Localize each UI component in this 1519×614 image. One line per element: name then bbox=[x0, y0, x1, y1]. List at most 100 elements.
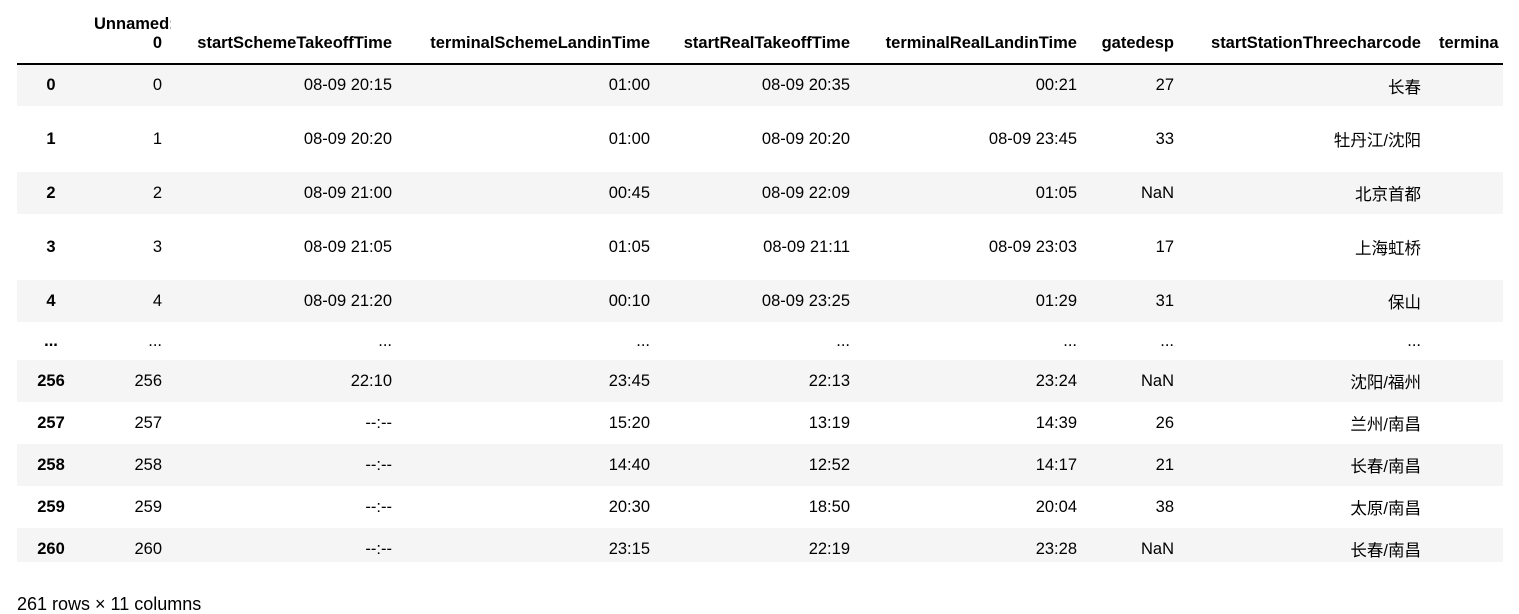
table-cell: 258 bbox=[134, 455, 162, 474]
column-header: gatedesp bbox=[1086, 10, 1183, 65]
table-cell bbox=[1430, 64, 1503, 106]
table-cell: 长春/南昌 bbox=[1350, 458, 1421, 476]
dataframe-output: Unnamed: 0 startSchemeTakeoffTime termin… bbox=[17, 10, 1503, 562]
table-cell: 260 bbox=[134, 539, 162, 558]
column-header: startStationThreecharcode bbox=[1183, 10, 1430, 65]
table-cell: 08-09 20:20 bbox=[761, 129, 850, 148]
table-cell: 1 bbox=[152, 129, 162, 148]
column-header: startRealTakeoffTime bbox=[659, 10, 859, 65]
table-cell: 4 bbox=[152, 291, 162, 310]
table-cell: 22:19 bbox=[808, 539, 850, 558]
table-row: 260 260 --:-- 23:15 22:19 23:28 NaN 长春/南昌 bbox=[17, 528, 1503, 562]
row-index: 2 bbox=[46, 183, 56, 202]
table-cell bbox=[1430, 322, 1503, 360]
table-cell: 北京首都 bbox=[1355, 186, 1421, 204]
table-cell: 12:52 bbox=[808, 455, 850, 474]
table-cell bbox=[1430, 402, 1503, 444]
table-cell: 08-09 20:35 bbox=[761, 76, 850, 94]
header-row: Unnamed: 0 startSchemeTakeoffTime termin… bbox=[17, 10, 1503, 65]
table-cell: 08-09 23:45 bbox=[988, 129, 1077, 148]
table-cell: 08-09 21:11 bbox=[763, 237, 850, 256]
table-cell: 00:45 bbox=[608, 183, 650, 202]
table-cell: 08-09 22:09 bbox=[761, 183, 850, 202]
table-cell: 256 bbox=[134, 371, 162, 390]
table-cell: 3 bbox=[152, 237, 162, 256]
table-cell: 33 bbox=[1155, 129, 1174, 148]
table-cell: ... bbox=[636, 331, 650, 350]
table-cell: 保山 bbox=[1388, 294, 1421, 312]
column-header: Unnamed: 0 bbox=[85, 10, 171, 65]
table-cell: 长春 bbox=[1388, 78, 1421, 97]
row-index: 4 bbox=[46, 291, 56, 310]
table-cell: 太原/南昌 bbox=[1350, 500, 1421, 518]
table-cell: 22:13 bbox=[808, 371, 850, 390]
table-cell: 259 bbox=[134, 497, 162, 516]
table-cell: 沈阳/福州 bbox=[1350, 374, 1421, 392]
table-cell: 01:29 bbox=[1035, 291, 1077, 310]
column-header: terminalSchemeLandinTime bbox=[401, 10, 659, 65]
table-cell: 14:39 bbox=[1035, 413, 1077, 432]
table-cell: 20:04 bbox=[1035, 497, 1077, 516]
table-cell: 23:28 bbox=[1035, 539, 1077, 558]
table-cell: NaN bbox=[1140, 539, 1174, 558]
table-cell: 23:45 bbox=[608, 371, 650, 390]
table-cell: 2 bbox=[152, 183, 162, 202]
table-cell: 01:00 bbox=[608, 129, 650, 148]
table-cell: 257 bbox=[134, 413, 162, 432]
table-cell: --:-- bbox=[365, 497, 392, 516]
table-cell: 14:17 bbox=[1035, 455, 1077, 474]
table-cell: 17 bbox=[1155, 237, 1174, 256]
table-row: 1 1 08-09 20:20 01:00 08-09 20:20 08-09 23:45… bbox=[17, 106, 1503, 172]
row-index: 259 bbox=[37, 497, 65, 516]
table-cell bbox=[1430, 528, 1503, 562]
row-index: 1 bbox=[46, 129, 56, 148]
table-cell: ... bbox=[1407, 331, 1421, 350]
table-cell: 00:21 bbox=[1035, 76, 1077, 94]
table-cell: 23:15 bbox=[608, 539, 650, 558]
table-cell bbox=[1430, 280, 1503, 322]
table-cell: NaN bbox=[1140, 183, 1174, 202]
table-cell: 00:10 bbox=[608, 291, 650, 310]
row-index: 257 bbox=[37, 413, 65, 432]
table-cell bbox=[1430, 214, 1503, 280]
table-row: 2 2 08-09 21:00 00:45 08-09 22:09 01:05 NaN 北京首… bbox=[17, 172, 1503, 214]
table-cell: 01:00 bbox=[608, 76, 650, 94]
table-cell: ... bbox=[148, 331, 162, 350]
table-cell: 21 bbox=[1155, 455, 1174, 474]
table-cell bbox=[1430, 106, 1503, 172]
column-header: termina bbox=[1430, 10, 1503, 65]
table-cell: 08-09 20:20 bbox=[303, 129, 392, 148]
table-cell bbox=[1430, 172, 1503, 214]
table-cell bbox=[1430, 360, 1503, 402]
table-cell: 15:20 bbox=[608, 413, 650, 432]
table-cell: 01:05 bbox=[608, 237, 650, 256]
table-cell: 26 bbox=[1155, 413, 1174, 432]
table-cell: 08-09 20:15 bbox=[303, 76, 392, 94]
table-cell: 13:19 bbox=[808, 413, 850, 432]
table-cell bbox=[1430, 444, 1503, 486]
table-cell: 18:50 bbox=[808, 497, 850, 516]
table-cell: 38 bbox=[1155, 497, 1174, 516]
table-cell: NaN bbox=[1140, 371, 1174, 390]
row-index: ... bbox=[44, 331, 58, 350]
table-row: 259 259 --:-- 20:30 18:50 20:04 38 太原/南昌 bbox=[17, 486, 1503, 528]
table-cell: --:-- bbox=[365, 413, 392, 432]
table-row: 0 0 08-09 20:15 01:00 08-09 20:35 00:21 27 长春 bbox=[17, 64, 1503, 106]
table-cell: 23:24 bbox=[1035, 371, 1077, 390]
table-cell: ... bbox=[1063, 331, 1077, 350]
table-row: 3 3 08-09 21:05 01:05 08-09 21:11 08-09 23:03… bbox=[17, 214, 1503, 280]
column-header: terminalRealLandinTime bbox=[859, 10, 1086, 65]
table-cell bbox=[1430, 486, 1503, 528]
table-cell: 08-09 21:20 bbox=[303, 291, 392, 310]
table-cell: 08-09 23:25 bbox=[761, 291, 850, 310]
table-cell: ... bbox=[1160, 331, 1174, 350]
table-cell: 08-09 21:05 bbox=[303, 237, 392, 256]
table-cell: 20:30 bbox=[608, 497, 650, 516]
table-cell: 14:40 bbox=[608, 455, 650, 474]
table-row: 258 258 --:-- 14:40 12:52 14:17 21 长春/南昌 bbox=[17, 444, 1503, 486]
column-header: startSchemeTakeoffTime bbox=[171, 10, 401, 65]
row-index: 260 bbox=[37, 539, 65, 558]
table-row: 256 256 22:10 23:45 22:13 23:24 NaN 沈阳/福州 bbox=[17, 360, 1503, 402]
row-index: 256 bbox=[37, 371, 65, 390]
table-cell: 牡丹江/沈阳 bbox=[1333, 132, 1421, 150]
